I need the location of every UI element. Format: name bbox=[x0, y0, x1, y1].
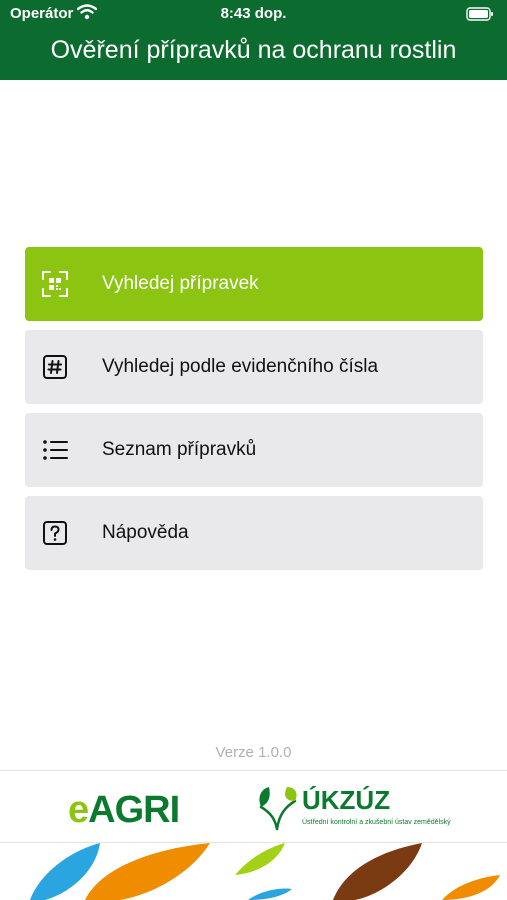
product-list-button[interactable]: Seznam přípravků bbox=[25, 413, 483, 487]
menu-item-label: Nápověda bbox=[102, 522, 189, 543]
decorative-leaves bbox=[30, 843, 500, 900]
header-bar: Ověření přípravků na ochranu rostlin bbox=[0, 28, 507, 80]
main-menu: Vyhledej přípravek Vyhledej podle eviden… bbox=[25, 247, 483, 579]
ukzuz-logo-name: ÚKZÚZ bbox=[302, 785, 391, 815]
eagri-logo-text: AGRI bbox=[88, 789, 180, 831]
search-product-button[interactable]: Vyhledej přípravek bbox=[25, 247, 483, 321]
menu-item-label: Vyhledej přípravek bbox=[102, 273, 259, 294]
menu-item-label: Seznam přípravků bbox=[102, 439, 257, 460]
version-label: Verze 1.0.0 bbox=[215, 744, 292, 761]
status-bar: Operátor 8:43 dop. bbox=[0, 0, 507, 28]
help-icon bbox=[43, 521, 67, 545]
footer-logos: eAGRI ÚKZÚZ Ústřední kontrolní a zkušebn… bbox=[0, 771, 507, 843]
clock: 8:43 dop. bbox=[220, 5, 287, 22]
menu-item-label: Vyhledej podle evidenčního čísla bbox=[102, 356, 379, 377]
search-by-number-button[interactable]: Vyhledej podle evidenčního čísla bbox=[25, 330, 483, 404]
help-button[interactable]: Nápověda bbox=[25, 496, 483, 570]
list-icon bbox=[43, 440, 68, 460]
ukzuz-logo-subtitle: Ústřední kontrolní a zkušební ústav země… bbox=[302, 819, 451, 826]
battery-icon bbox=[466, 7, 493, 21]
leaf-logo-icon bbox=[259, 787, 297, 831]
eagri-logo-e: e bbox=[68, 789, 89, 831]
page-title: Ověření přípravků na ochranu rostlin bbox=[50, 36, 457, 64]
hash-icon bbox=[43, 355, 67, 379]
eagri-logo: eAGRI bbox=[68, 789, 180, 832]
qr-scan-icon bbox=[42, 271, 68, 297]
